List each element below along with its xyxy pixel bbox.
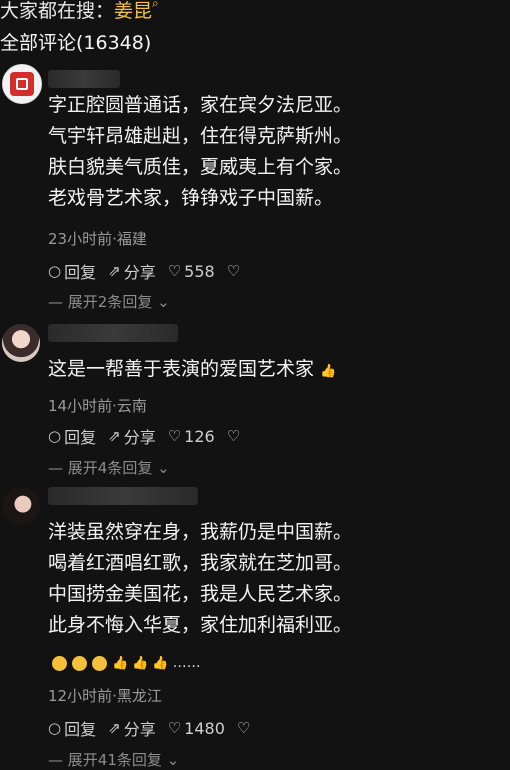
comment-line: 此身不悔入华夏，家住加利福利亚。 bbox=[48, 614, 353, 636]
reply-button[interactable]: ○ 回复 bbox=[48, 259, 96, 283]
comment-actions: ○ 回复 ⇗ 分享 ♡ 1480 ♡ bbox=[48, 716, 250, 740]
reply-icon: ○ bbox=[48, 427, 62, 445]
heart-icon: ♡ bbox=[167, 427, 182, 445]
like-button[interactable]: ♡ 1480 bbox=[168, 719, 225, 738]
share-button[interactable]: ⇗ 分享 bbox=[108, 259, 156, 283]
heart-icon: ♡ bbox=[167, 719, 182, 737]
comment-meta: 12小时前·黑龙江 bbox=[48, 687, 162, 705]
like-button[interactable]: ♡ 126 bbox=[168, 427, 215, 446]
chevron-down-icon: ⌄ bbox=[161, 751, 180, 769]
comment-actions: ○ 回复 ⇗ 分享 ♡ 558 ♡ bbox=[48, 259, 240, 283]
comment-line: 这是一帮善于表演的爱国艺术家 👍 bbox=[48, 354, 340, 387]
comment-meta: 23小时前·福建 bbox=[48, 230, 147, 248]
thumbs-up-emoji: 👍 bbox=[132, 656, 149, 671]
share-icon: ⇗ bbox=[108, 427, 121, 445]
reply-icon: ○ bbox=[48, 719, 62, 737]
comment-text: 这是一帮善于表演的爱国艺术家 👍 bbox=[48, 354, 340, 387]
share-button[interactable]: ⇗ 分享 bbox=[108, 424, 156, 448]
comment-line: 喝着红酒唱红歌，我家就在芝加哥。 bbox=[48, 552, 353, 574]
comment-line: 气宇轩昂雄赳赳，住在得克萨斯州。 bbox=[48, 125, 353, 147]
laughing-emoji bbox=[52, 655, 67, 671]
like-button[interactable]: ♡ 558 bbox=[168, 262, 215, 281]
laughing-emoji bbox=[72, 655, 87, 671]
dislike-button[interactable]: ♡ bbox=[237, 719, 250, 737]
comment-line: 肤白貌美气质佳，夏威夷上有个家。 bbox=[48, 156, 353, 178]
thumbs-up-emoji: 👍 bbox=[152, 656, 169, 671]
avatar[interactable] bbox=[2, 487, 40, 525]
thumbs-up-emoji: 👍 bbox=[320, 364, 337, 379]
avatar[interactable] bbox=[2, 64, 42, 104]
chevron-down-icon: ⌄ bbox=[152, 459, 170, 477]
username[interactable] bbox=[48, 487, 198, 505]
comment-text: 洋装虽然穿在身，我薪仍是中国薪。 喝着红酒唱红歌，我家就在芝加哥。 中国捞金美国… bbox=[48, 517, 352, 641]
broken-heart-icon: ♡ bbox=[226, 262, 241, 280]
comment-line: 中国捞金美国花，我是人民艺术家。 bbox=[48, 583, 353, 605]
search-icon: ⌕ bbox=[152, 0, 159, 10]
comment-line: 老戏骨艺术家，铮铮戏子中国薪。 bbox=[48, 187, 334, 209]
search-keyword[interactable]: 姜昆 bbox=[114, 0, 152, 22]
thumbs-up-emoji: 👍 bbox=[112, 656, 129, 671]
comment-item: 字正腔圆普通话，家在宾夕法尼亚。 气宇轩昂雄赳赳，住在得克萨斯州。 肤白貌美气质… bbox=[0, 60, 510, 320]
search-prefix: 大家都在搜： bbox=[0, 0, 115, 22]
comment-line: 洋装虽然穿在身，我薪仍是中国薪。 bbox=[48, 521, 353, 543]
reply-button[interactable]: ○ 回复 bbox=[48, 716, 96, 740]
comment-actions: ○ 回复 ⇗ 分享 ♡ 126 ♡ bbox=[48, 424, 240, 448]
username[interactable] bbox=[48, 70, 120, 88]
comment-item: 这是一帮善于表演的爱国艺术家 👍 14小时前·云南 ○ 回复 ⇗ 分享 ♡ 126 ♡… bbox=[0, 320, 510, 480]
emoji-row: 👍 👍 👍…… bbox=[52, 655, 201, 671]
share-icon: ⇗ bbox=[108, 262, 121, 280]
heart-icon: ♡ bbox=[167, 262, 182, 280]
username[interactable] bbox=[48, 324, 178, 342]
search-suggestion[interactable]: 大家都在搜：姜昆⌕ bbox=[0, 0, 159, 22]
broken-heart-icon: ♡ bbox=[236, 719, 251, 737]
broken-heart-icon: ♡ bbox=[226, 427, 241, 445]
expand-replies[interactable]: — 展开4条回复 ⌄ bbox=[48, 457, 170, 478]
expand-replies[interactable]: — 展开41条回复 ⌄ bbox=[48, 749, 179, 770]
comment-text: 字正腔圆普通话，家在宾夕法尼亚。 气宇轩昂雄赳赳，住在得克萨斯州。 肤白貌美气质… bbox=[48, 90, 352, 214]
comments-title: 全部评论(16348) bbox=[0, 32, 152, 54]
chevron-down-icon: ⌄ bbox=[152, 293, 170, 311]
share-icon: ⇗ bbox=[108, 719, 121, 737]
comment-meta: 14小时前·云南 bbox=[48, 397, 147, 415]
share-button[interactable]: ⇗ 分享 bbox=[108, 716, 156, 740]
reply-icon: ○ bbox=[48, 262, 62, 280]
dislike-button[interactable]: ♡ bbox=[227, 427, 240, 445]
dislike-button[interactable]: ♡ bbox=[227, 262, 240, 280]
avatar[interactable] bbox=[2, 324, 40, 362]
expand-replies[interactable]: — 展开2条回复 ⌄ bbox=[48, 291, 170, 312]
laughing-emoji bbox=[92, 655, 107, 671]
comment-line: 字正腔圆普通话，家在宾夕法尼亚。 bbox=[48, 94, 353, 116]
comment-item: 洋装虽然穿在身，我薪仍是中国薪。 喝着红酒唱红歌，我家就在芝加哥。 中国捞金美国… bbox=[0, 485, 510, 769]
reply-button[interactable]: ○ 回复 bbox=[48, 424, 96, 448]
